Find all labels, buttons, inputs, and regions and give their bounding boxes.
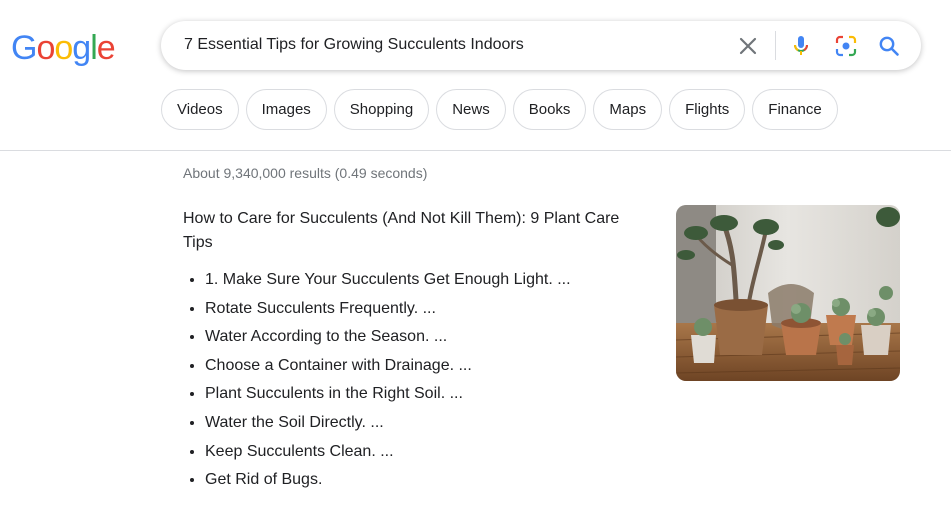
featured-snippet-list: 1. Make Sure Your Succulents Get Enough … [183,266,571,495]
list-item: Water the Soil Directly. ... [205,409,571,438]
list-item: Rotate Succulents Frequently. ... [205,295,571,324]
search-icon[interactable] [876,33,902,59]
chip-shopping[interactable]: Shopping [333,89,430,130]
chip-books[interactable]: Books [512,89,587,130]
list-item: Choose a Container with Drainage. ... [205,352,571,381]
chip-finance[interactable]: Finance [752,89,838,130]
chip-images[interactable]: Images [245,89,327,130]
succulents-thumbnail[interactable] [676,205,900,381]
list-item: Plant Succulents in the Right Soil. ... [205,380,571,409]
list-item: Get Rid of Bugs. [205,466,571,495]
logo-letter: g [72,29,91,67]
logo-letter: o [54,29,73,67]
camera-lens-icon[interactable] [833,33,859,59]
search-box[interactable]: 7 Essential Tips for Growing Succulents … [161,21,921,70]
chip-flights[interactable]: Flights [669,89,746,130]
logo-letter: e [96,29,116,67]
list-item: Water According to the Season. ... [205,323,571,352]
search-divider [775,31,776,60]
microphone-icon[interactable] [788,33,814,59]
list-item: 1. Make Sure Your Succulents Get Enough … [205,266,571,295]
search-filter-chips: Videos Images Shopping News Books Maps F… [161,89,838,130]
featured-snippet-title[interactable]: How to Care for Succulents (And Not Kill… [183,207,633,255]
logo-letter: o [36,29,55,67]
result-stats: About 9,340,000 results (0.49 seconds) [183,165,428,181]
search-input[interactable]: 7 Essential Tips for Growing Succulents … [184,36,524,54]
list-item: Keep Succulents Clean. ... [205,438,571,467]
header-divider [0,150,951,151]
chip-news[interactable]: News [436,89,506,130]
close-icon[interactable] [735,33,761,59]
google-logo[interactable]: Google [11,29,116,68]
chip-videos[interactable]: Videos [161,89,239,130]
logo-letter: G [11,29,37,67]
chip-maps[interactable]: Maps [593,89,663,130]
